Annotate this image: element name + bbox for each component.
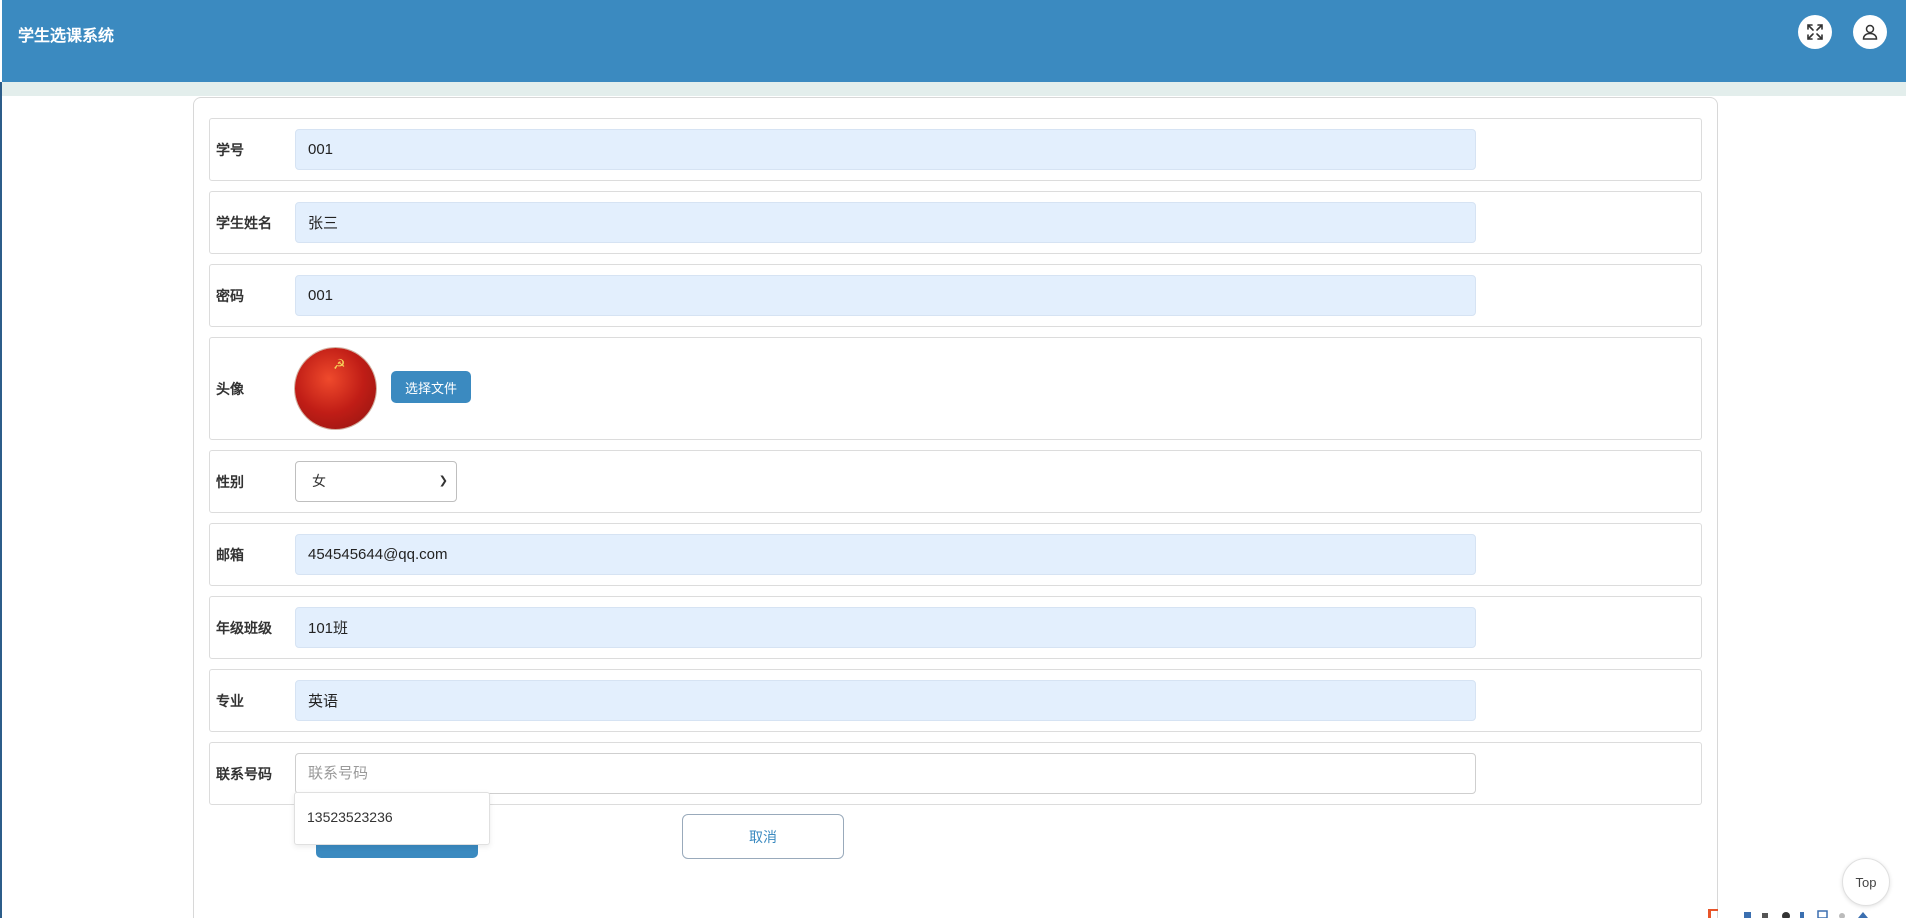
- gender-selected-value: 女: [312, 473, 326, 489]
- row-student-name: 学生姓名: [209, 191, 1702, 254]
- major-input[interactable]: [295, 680, 1476, 721]
- row-password: 密码: [209, 264, 1702, 327]
- student-name-label: 学生姓名: [216, 214, 272, 231]
- fullscreen-button[interactable]: [1798, 15, 1832, 49]
- user-button[interactable]: [1853, 15, 1887, 49]
- autocomplete-dropdown: 13523523236: [294, 792, 490, 845]
- gender-label: 性别: [216, 473, 244, 490]
- password-label: 密码: [216, 287, 244, 304]
- system-tray-icons: [1708, 909, 1868, 918]
- avatar-label: 头像: [216, 380, 244, 397]
- gender-select[interactable]: 女 ❯: [295, 461, 457, 502]
- avatar-image: ☭: [295, 348, 376, 429]
- row-email: 邮箱: [209, 523, 1702, 586]
- phone-label: 联系号码: [216, 765, 272, 782]
- autocomplete-option[interactable]: 13523523236: [307, 809, 393, 825]
- row-avatar: 头像 ☭ 选择文件: [209, 337, 1702, 440]
- row-major: 专业: [209, 669, 1702, 732]
- password-input[interactable]: [295, 275, 1476, 316]
- fullscreen-icon: [1807, 24, 1823, 40]
- student-name-input[interactable]: [295, 202, 1476, 243]
- header-bar: 学生选课系统: [2, 0, 1906, 82]
- email-input[interactable]: [295, 534, 1476, 575]
- row-student-id: 学号: [209, 118, 1702, 181]
- student-id-input[interactable]: [295, 129, 1476, 170]
- email-label: 邮箱: [216, 546, 244, 563]
- major-label: 专业: [216, 692, 244, 709]
- grade-class-label: 年级班级: [216, 619, 272, 636]
- grade-class-input[interactable]: [295, 607, 1476, 648]
- page: 学生选课系统 学号 学生姓名 密码 头像 ☭ 选择文件: [0, 0, 1906, 918]
- app-title: 学生选课系统: [18, 28, 115, 45]
- user-icon: [1862, 24, 1878, 40]
- row-grade-class: 年级班级: [209, 596, 1702, 659]
- row-gender: 性别 女 ❯: [209, 450, 1702, 513]
- header-subbar: [2, 82, 1906, 96]
- phone-input[interactable]: [295, 753, 1476, 794]
- chevron-down-icon: ❯: [438, 475, 448, 487]
- student-id-label: 学号: [216, 141, 244, 158]
- scroll-top-button[interactable]: Top: [1842, 858, 1890, 906]
- emblem-icon: ☭: [333, 356, 346, 372]
- choose-file-button[interactable]: 选择文件: [391, 371, 471, 403]
- left-edge: [0, 82, 2, 918]
- cancel-button[interactable]: 取消: [682, 814, 844, 859]
